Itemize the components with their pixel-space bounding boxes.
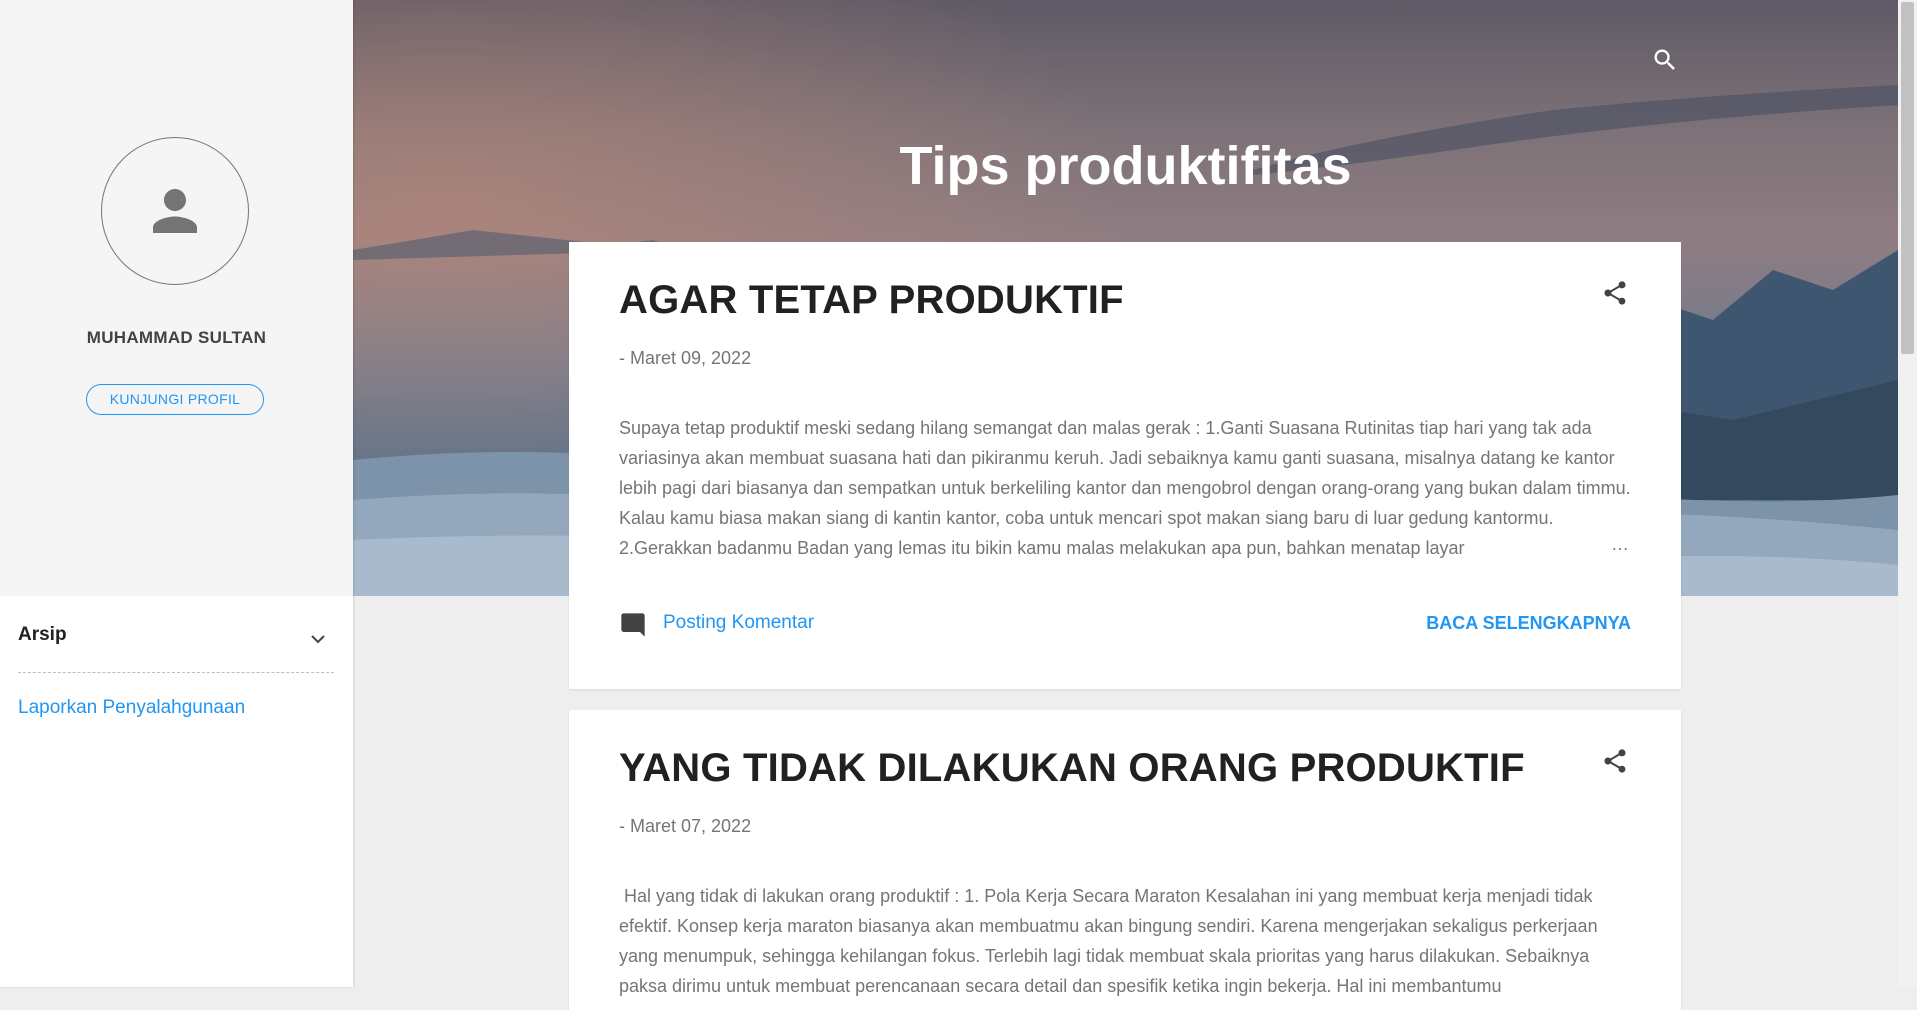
snippet-ellipsis: … [1611, 534, 1629, 554]
report-abuse-link[interactable]: Laporkan Penyalahgunaan [18, 697, 245, 719]
search-icon[interactable] [1651, 46, 1679, 74]
post-title[interactable]: YANG TIDAK DILAKUKAN ORANG PRODUKTIF [619, 746, 1525, 791]
post-title[interactable]: AGAR TETAP PRODUKTIF [619, 278, 1124, 323]
post-snippet: Hal yang tidak di lakukan orang produkti… [619, 886, 1603, 996]
post-card: YANG TIDAK DILAKUKAN ORANG PRODUKTIF - M… [569, 710, 1681, 1010]
read-more-link[interactable]: BACA SELENGKAPNYA [1426, 613, 1631, 634]
post-snippet-wrapper: Supaya tetap produktif meski sedang hila… [619, 413, 1634, 563]
post-comment-link[interactable]: Posting Komentar [663, 612, 814, 634]
avatar[interactable] [101, 137, 249, 285]
profile-section: MUHAMMAD SULTAN KUNJUNGI PROFIL [0, 0, 353, 596]
scrollbar-thumb[interactable] [1901, 2, 1914, 354]
sidebar: MUHAMMAD SULTAN KUNJUNGI PROFIL Arsip La… [0, 0, 353, 987]
post-date[interactable]: - Maret 09, 2022 [619, 348, 751, 369]
post-snippet: Supaya tetap produktif meski sedang hila… [619, 418, 1631, 558]
share-icon[interactable] [1601, 279, 1629, 307]
blog-title[interactable]: Tips produktifitas [353, 135, 1898, 197]
archive-title: Arsip [18, 624, 67, 645]
comment-icon[interactable] [619, 611, 647, 639]
post-date[interactable]: - Maret 07, 2022 [619, 816, 751, 837]
visit-profile-button[interactable]: KUNJUNGI PROFIL [86, 384, 264, 415]
archive-widget-header[interactable]: Arsip [18, 620, 334, 673]
page-scrollbar[interactable] [1898, 0, 1917, 987]
person-icon [153, 189, 197, 233]
profile-name: MUHAMMAD SULTAN [86, 328, 267, 347]
chevron-down-icon[interactable] [306, 627, 330, 651]
post-card: AGAR TETAP PRODUKTIF - Maret 09, 2022 Su… [569, 242, 1681, 689]
share-icon[interactable] [1601, 747, 1629, 775]
